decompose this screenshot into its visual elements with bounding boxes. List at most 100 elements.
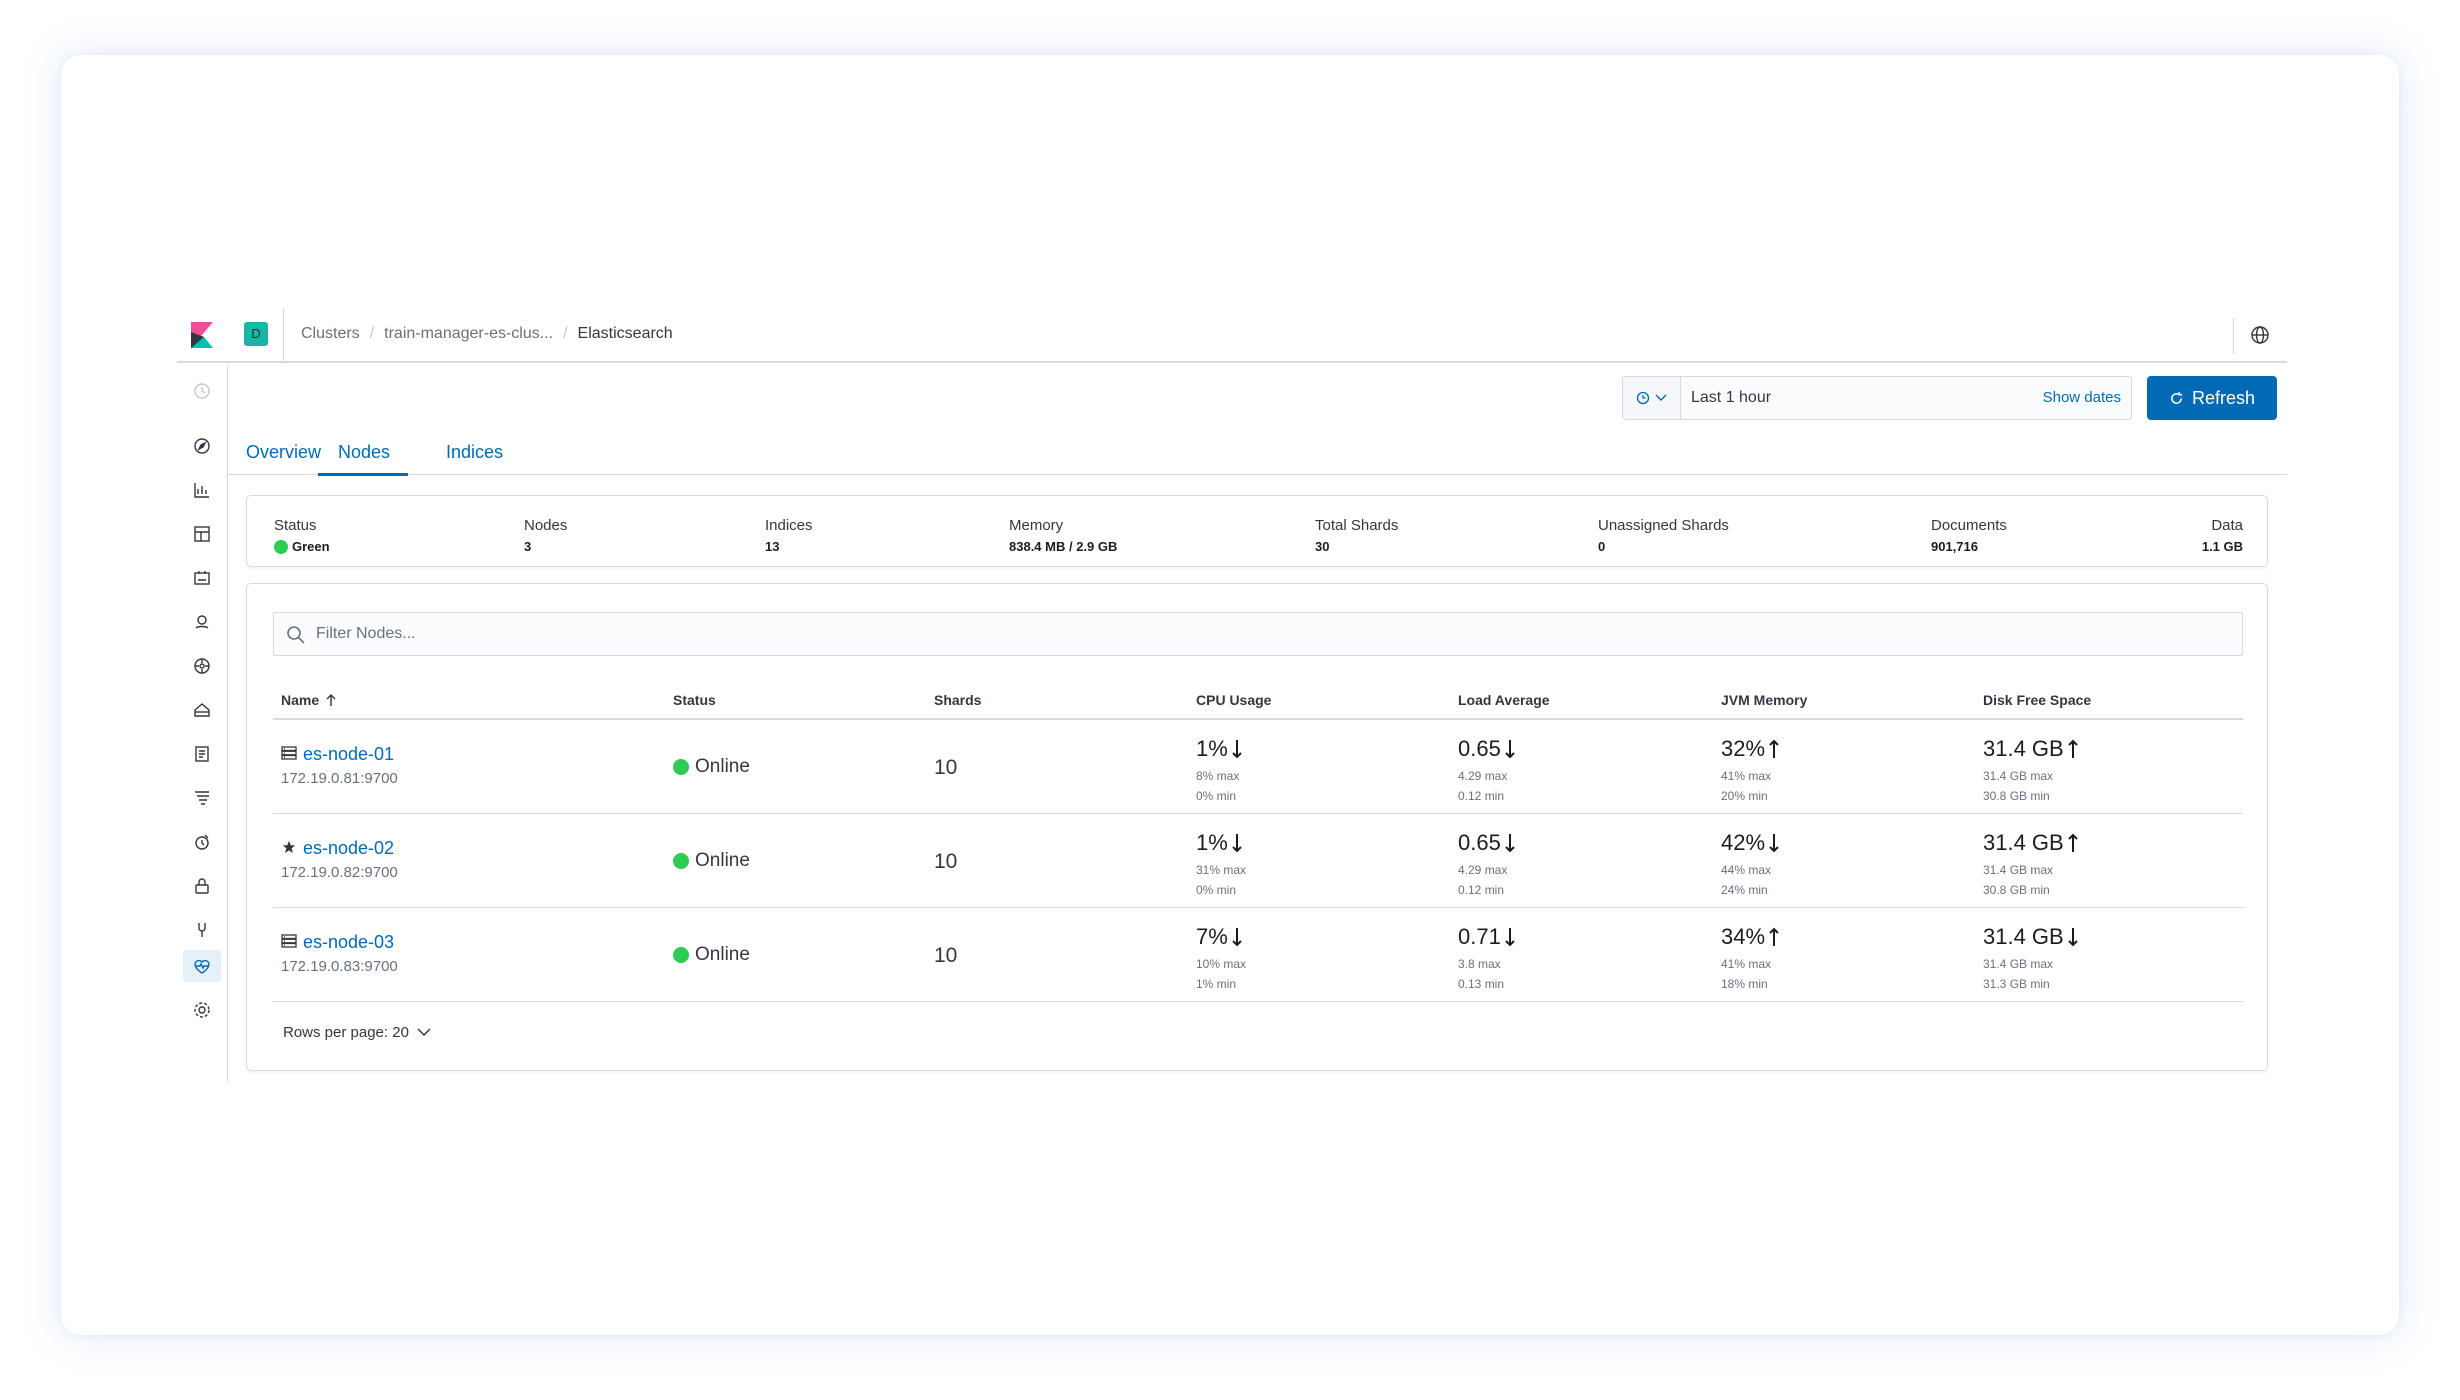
recent-icon[interactable] xyxy=(192,381,212,401)
date-range-label[interactable]: Last 1 hour xyxy=(1691,389,1771,407)
metric-min: 24% min xyxy=(1721,883,1768,897)
status-text: Online xyxy=(695,756,750,777)
node-name-link[interactable]: es-node-03 xyxy=(303,932,394,953)
show-dates-link[interactable]: Show dates xyxy=(2043,389,2121,406)
metric-max: 31% max xyxy=(1196,863,1247,877)
node-shards: 10 xyxy=(934,944,958,967)
metric-min: 1% min xyxy=(1196,977,1237,991)
arrow-up-icon xyxy=(1769,927,1779,946)
summary-value: Green xyxy=(292,539,330,554)
metric-min: 0% min xyxy=(1196,883,1237,897)
summary-value: 13 xyxy=(765,539,780,554)
node-name-link[interactable]: es-node-02 xyxy=(303,838,394,859)
quick-menu-button[interactable] xyxy=(1623,377,1681,419)
cpu-usage-cell: 7% 10% max 1% min xyxy=(1196,924,1246,994)
node-shards: 10 xyxy=(934,756,958,779)
column-label: Shards xyxy=(934,692,982,708)
status-online-dot xyxy=(673,853,689,869)
metric-max: 41% max xyxy=(1721,957,1772,971)
disk-free-space-cell: 31.4 GB 31.4 GB max 30.8 GB min xyxy=(1983,736,2079,806)
uptime-icon[interactable] xyxy=(192,832,212,852)
arrow-down-icon xyxy=(1505,740,1515,759)
summary-indices: Indices 13 xyxy=(765,517,813,554)
summary-memory: Memory 838.4 MB / 2.9 GB xyxy=(1009,517,1117,554)
refresh-icon xyxy=(2171,391,2183,404)
management-icon[interactable] xyxy=(192,1000,212,1020)
metric-min: 0.13 min xyxy=(1458,977,1505,991)
tab-overview[interactable]: Overview xyxy=(246,442,321,463)
canvas-icon[interactable] xyxy=(192,568,212,588)
chevron-down-icon xyxy=(1655,394,1667,401)
node-shards: 10 xyxy=(934,850,958,873)
tab-indices[interactable]: Indices xyxy=(446,442,503,463)
summary-label: Status xyxy=(274,517,317,534)
summary-value: 901,716 xyxy=(1931,539,1978,554)
infrastructure-icon[interactable] xyxy=(192,700,212,720)
rows-per-page-button[interactable]: Rows per page: 20 xyxy=(283,1024,431,1041)
top-header: D Clusters / train-manager-es-clus... / … xyxy=(177,308,2287,363)
metric-min: 0.12 min xyxy=(1458,789,1505,803)
column-disk-free-space[interactable]: Disk Free Space xyxy=(1983,692,2091,708)
discover-icon[interactable] xyxy=(192,436,212,456)
summary-value: 30 xyxy=(1315,539,1330,554)
metric-value: 31.4 GB xyxy=(1983,830,2064,855)
column-load-average[interactable]: Load Average xyxy=(1458,692,1550,708)
jvm-memory-cell: 42% 44% max 24% min xyxy=(1721,830,1780,900)
refresh-button[interactable]: Refresh xyxy=(2147,376,2277,420)
status-green-dot xyxy=(274,539,288,554)
cpu-usage-cell: 1% 8% max 0% min xyxy=(1196,736,1243,806)
logs-icon[interactable] xyxy=(192,744,212,764)
monitoring-tabs: Overview Nodes Indices xyxy=(228,433,2287,476)
column-cpu-usage[interactable]: CPU Usage xyxy=(1196,692,1271,708)
kibana-logo-icon[interactable] xyxy=(191,322,213,348)
jvm-memory-cell: 34% 41% max 18% min xyxy=(1721,924,1780,994)
dev-tools-icon[interactable] xyxy=(192,920,212,940)
column-jvm-memory[interactable]: JVM Memory xyxy=(1721,692,1807,708)
metric-min: 31.3 GB min xyxy=(1983,977,2050,991)
node-status: Online xyxy=(673,850,750,872)
maps-icon[interactable] xyxy=(192,612,212,632)
metric-max: 31.4 GB max xyxy=(1983,769,2054,783)
visualize-icon[interactable] xyxy=(192,480,212,500)
load-average-cell: 0.65 4.29 max 0.12 min xyxy=(1458,830,1516,900)
metric-max: 10% max xyxy=(1196,957,1247,971)
space-avatar[interactable]: D xyxy=(244,322,268,346)
apm-icon[interactable] xyxy=(192,788,212,808)
star-icon xyxy=(282,840,296,854)
metric-value: 1% xyxy=(1196,736,1228,761)
arrow-up-icon xyxy=(2068,739,2078,758)
breadcrumb-cluster[interactable]: train-manager-es-clus... xyxy=(384,325,553,343)
column-label: Disk Free Space xyxy=(1983,692,2092,708)
breadcrumb-clusters[interactable]: Clusters xyxy=(301,325,360,343)
jvm-memory-cell: 32% 41% max 20% min xyxy=(1721,736,1780,806)
ml-icon[interactable] xyxy=(192,656,212,676)
column-label: JVM Memory xyxy=(1721,692,1808,708)
node-status: Online xyxy=(673,944,750,966)
status-text: Online xyxy=(695,850,750,871)
table-row: es-node-03 172.19.0.83:9700 Online 10 7%… xyxy=(273,909,2243,1002)
column-status[interactable]: Status xyxy=(673,692,716,708)
summary-total-shards: Total Shards 30 xyxy=(1315,517,1398,554)
metric-max: 4.29 max xyxy=(1458,863,1508,877)
monitoring-icon[interactable] xyxy=(192,956,212,976)
status-online-dot xyxy=(673,759,689,775)
chevron-down-icon xyxy=(417,1028,431,1037)
breadcrumb-separator: / xyxy=(563,325,568,342)
node-name-link[interactable]: es-node-01 xyxy=(303,744,394,765)
help-globe-icon[interactable] xyxy=(2250,325,2270,345)
metric-min: 0% min xyxy=(1196,789,1237,803)
siem-icon[interactable] xyxy=(192,876,212,896)
metric-value: 1% xyxy=(1196,830,1228,855)
tab-nodes[interactable]: Nodes xyxy=(338,442,390,463)
column-shards[interactable]: Shards xyxy=(934,692,981,708)
column-label: Status xyxy=(673,692,716,708)
disk-free-space-cell: 31.4 GB 31.4 GB max 30.8 GB min xyxy=(1983,830,2079,900)
filter-nodes-input[interactable] xyxy=(316,621,2216,647)
rows-per-page-label: Rows per page: 20 xyxy=(283,1024,409,1041)
node-address: 172.19.0.81:9700 xyxy=(281,770,398,787)
column-name[interactable]: Name xyxy=(281,692,337,708)
dashboard-icon[interactable] xyxy=(192,524,212,544)
summary-label: Memory xyxy=(1009,517,1064,534)
column-label: Name xyxy=(281,692,320,708)
status-text: Online xyxy=(695,944,750,965)
